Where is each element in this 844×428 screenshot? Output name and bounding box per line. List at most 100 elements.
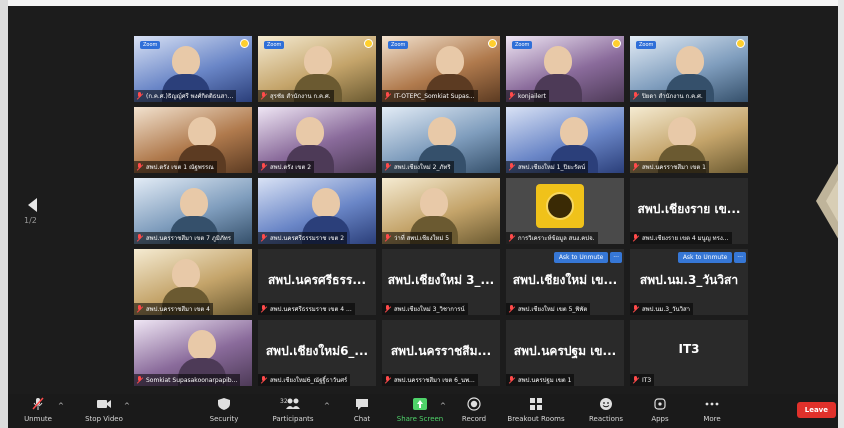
participant-name: IT-OTEPC_Somkiat Supas...: [394, 92, 475, 100]
name-plate: สุรชัย สำนักงาน ก.ค.ศ.: [258, 90, 334, 102]
participant-tile[interactable]: Zoom ปิยดา สำนักงาน ก.ค.ศ.: [630, 36, 748, 102]
participant-tile[interactable]: สพป.นม.3_วันวิสา Ask to Unmute ··· สพป.นม.3…: [630, 249, 748, 315]
participant-name: (ก.ค.ศ.)ธิญญ์ศรี พงศ์กิตติธนสา...: [146, 93, 234, 100]
participant-name: สุรชัย สำนักงาน ก.ค.ศ.: [270, 93, 331, 100]
next-page-button[interactable]: [816, 126, 838, 276]
audio-options-caret-icon[interactable]: ^: [58, 402, 64, 410]
tile-more-button[interactable]: ···: [734, 252, 746, 263]
participant-name: สพป.นครราชสีมา เขต 1: [642, 164, 707, 171]
name-plate: สพป.เชียงใหม่ 2_ภัทริ: [382, 161, 454, 173]
participant-display-name: สพป.นครราชสีม...: [390, 344, 492, 358]
muted-mic-icon: [260, 376, 268, 384]
participant-tile[interactable]: สพป.เชียงใหม่ 1_ปิยะรัตน์: [506, 107, 624, 173]
participant-display-name: IT3: [678, 342, 700, 356]
participant-tile[interactable]: สพป.นครราชสีม... สพป.นครราชสีมา เขต 6_นพ.…: [382, 320, 500, 386]
chat-button[interactable]: Chat: [332, 397, 392, 423]
stop-video-button[interactable]: Stop Video: [74, 397, 134, 423]
virtual-background-logo: Zoom: [264, 41, 285, 49]
leave-button[interactable]: Leave: [796, 402, 836, 418]
participant-tile[interactable]: Zoom konjailert: [506, 36, 624, 102]
shield-icon: [218, 398, 230, 410]
participant-tile[interactable]: สพป.ตรัง เขต 1 ณัฐพรรณ: [134, 107, 252, 173]
muted-mic-icon: [508, 305, 516, 313]
chat-label: Chat: [353, 415, 371, 423]
participant-tile[interactable]: สพป.เชียงใหม่ 2_ภัทริ: [382, 107, 500, 173]
participant-tile[interactable]: ว่าที่ สพป.เชียงใหม่ 5: [382, 178, 500, 244]
participant-tile[interactable]: Zoom IT-OTEPC_Somkiat Supas...: [382, 36, 500, 102]
apps-button[interactable]: Apps: [630, 397, 690, 423]
name-plate: สพป.ตรัง เขต 1 ณัฐพรรณ: [134, 161, 217, 173]
apps-icon: [654, 398, 666, 410]
name-plate: สพป.เชียงใหม่ 3_วิชาการน์: [382, 303, 468, 315]
tile-options-icon[interactable]: [736, 39, 745, 48]
tile-options-icon[interactable]: [364, 39, 373, 48]
ask-unmute-controls: Ask to Unmute ···: [677, 252, 746, 263]
gallery-view-grid: Zoom (ก.ค.ศ.)ธิญญ์ศรี พงศ์กิตติธนสา... Zoo…: [134, 36, 748, 388]
apps-label: Apps: [651, 415, 669, 423]
participants-options-caret-icon[interactable]: ^: [324, 402, 330, 410]
participant-tile[interactable]: การวิเคราะห์ข้อมูล สนง.คปจ.: [506, 178, 624, 244]
share-screen-button[interactable]: Share Screen: [390, 397, 450, 423]
participant-tile[interactable]: Zoom สุรชัย สำนักงาน ก.ค.ศ.: [258, 36, 376, 102]
breakout-rooms-icon: [530, 398, 542, 410]
virtual-background-logo: Zoom: [512, 41, 533, 49]
muted-mic-icon: [136, 92, 144, 100]
name-plate: สพป.นครศรีธรรมราช เขต 2: [258, 232, 348, 244]
participant-tile[interactable]: สพป.ตรัง เขต 2: [258, 107, 376, 173]
participant-name: สพป.เชียงใหม่ 2_ภัทริ: [394, 164, 451, 171]
muted-mic-icon: [632, 92, 640, 100]
participant-name: konjailert: [518, 92, 546, 100]
previous-page-button[interactable]: 1/2: [24, 198, 37, 225]
participant-name: ว่าที่ สพป.เชียงใหม่ 5: [394, 235, 450, 242]
unmute-button[interactable]: Unmute: [8, 397, 68, 423]
tile-options-icon[interactable]: [488, 39, 497, 48]
participant-tile[interactable]: Somkiat Supasakoonarpapib...: [134, 320, 252, 386]
participant-tile[interactable]: สพป.นครศรีธรรมราช เขต 2: [258, 178, 376, 244]
muted-mic-icon: [508, 376, 516, 384]
name-plate: Somkiat Supasakoonarpapib...: [134, 374, 241, 386]
tile-more-button[interactable]: ···: [610, 252, 622, 263]
participant-name: ปิยดา สำนักงาน ก.ค.ศ.: [642, 93, 703, 100]
tile-options-icon[interactable]: [240, 39, 249, 48]
muted-mic-icon: [260, 92, 268, 100]
participant-tile[interactable]: สพป.เชียงใหม่ เข... Ask to Unmute ··· สพป.เ…: [506, 249, 624, 315]
muted-mic-icon: [384, 234, 392, 242]
breakout-rooms-button[interactable]: Breakout Rooms: [506, 397, 566, 423]
participant-name: สพป.นครราชสีมา เขต 6_นพ...: [394, 377, 475, 384]
participant-tile[interactable]: สพป.เชียงใหม่6_... สพป.เชียงใหม่6_ณัฐฐิ์ธ…: [258, 320, 376, 386]
name-plate: konjailert: [506, 90, 549, 102]
participant-name: สพป.เชียงใหม่6_ณัฐฐิ์ธาวันศร์: [270, 377, 348, 384]
participant-name: Somkiat Supasakoonarpapib...: [146, 376, 238, 384]
participant-tile[interactable]: IT3 IT3: [630, 320, 748, 386]
record-button[interactable]: Record: [444, 397, 504, 423]
participant-tile[interactable]: สพป.นครปฐม เข... สพป.นครปฐม เขต 1: [506, 320, 624, 386]
reactions-button[interactable]: Reactions: [576, 397, 636, 423]
muted-mic-icon: [632, 234, 640, 242]
ask-to-unmute-button[interactable]: Ask to Unmute: [553, 252, 609, 263]
participant-tile[interactable]: สพป.เชียงใหม่ 3_... สพป.เชียงใหม่ 3_วิชาก…: [382, 249, 500, 315]
participant-tile[interactable]: สพป.นครราชสีมา เขต 1: [630, 107, 748, 173]
name-plate: IT3: [630, 374, 655, 386]
ask-to-unmute-button[interactable]: Ask to Unmute: [677, 252, 733, 263]
participant-display-name: สพป.เชียงใหม่ 3_...: [387, 273, 495, 287]
muted-mic-icon: [260, 234, 268, 242]
name-plate: สพป.นครปฐม เขต 1: [506, 374, 575, 386]
participant-tile[interactable]: สพป.นครราชสีมา เขต 4: [134, 249, 252, 315]
participant-tile[interactable]: สพป.นครราชสีมา เขต 7 ภูมิภัทร: [134, 178, 252, 244]
video-options-caret-icon[interactable]: ^: [124, 402, 130, 410]
participant-tile[interactable]: Zoom (ก.ค.ศ.)ธิญญ์ศรี พงศ์กิตติธนสา...: [134, 36, 252, 102]
participants-button[interactable]: 32 Participants: [263, 397, 323, 423]
muted-mic-icon: [136, 234, 144, 242]
more-button[interactable]: More: [682, 397, 742, 423]
participant-tile[interactable]: สพป.เชียงราย เข... สพป.เชียงราย เขต 4 มนู…: [630, 178, 748, 244]
security-button[interactable]: Security: [194, 397, 254, 423]
participants-label: Participants: [272, 415, 314, 423]
smiley-icon: [600, 398, 612, 410]
name-plate: สพป.เชียงใหม่ 1_ปิยะรัตน์: [506, 161, 589, 173]
participant-tile[interactable]: สพป.นครศรีธรร... สพป.นครศรีธรรมราช เขต 4 …: [258, 249, 376, 315]
virtual-background-logo: Zoom: [140, 41, 161, 49]
name-plate: สพป.เชียงใหม่6_ณัฐฐิ์ธาวันศร์: [258, 374, 351, 386]
participant-display-name: สพป.เชียงใหม่6_...: [265, 344, 369, 358]
muted-mic-icon: [632, 305, 640, 313]
tile-options-icon[interactable]: [612, 39, 621, 48]
